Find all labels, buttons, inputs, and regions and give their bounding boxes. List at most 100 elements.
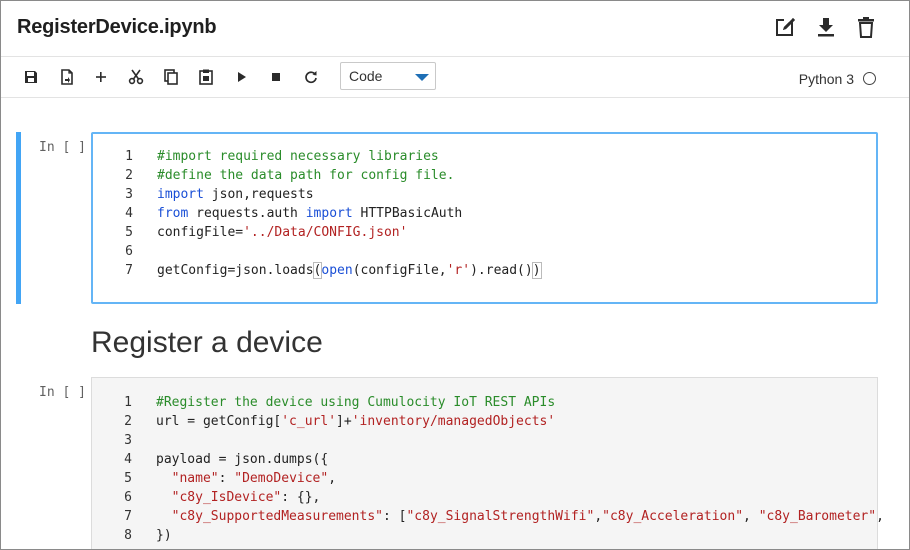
- code-token: ,: [594, 509, 603, 524]
- code-token: "name": [171, 471, 219, 486]
- copy-icon[interactable]: [163, 69, 179, 85]
- line-number: 4: [125, 206, 133, 221]
- line-number: 1: [125, 149, 133, 164]
- code-token: "c8y_Acceleration": [602, 509, 744, 524]
- code-line[interactable]: 2 #define the data path for config file.: [93, 168, 876, 187]
- code-token: "c8y_SignalStrengthWifi": [406, 509, 595, 524]
- input-prompt: In [ ]: [39, 385, 86, 400]
- code-token: url = getConfig[: [156, 414, 282, 429]
- code-token: 'c_url': [281, 414, 337, 429]
- code-token: : [: [382, 509, 407, 524]
- code-token: }): [156, 528, 172, 543]
- line-number: 8: [124, 528, 132, 543]
- code-text: configFile='../Data/CONFIG.json': [157, 225, 407, 240]
- code-token: open: [321, 263, 353, 278]
- code-token: payload = json.dumps({: [156, 452, 329, 467]
- notebook-toolbar: Code Python 3: [1, 57, 909, 98]
- markdown-heading: Register a device: [91, 326, 323, 359]
- code-token: ]+: [336, 414, 352, 429]
- notebook-title[interactable]: RegisterDevice.ipynb: [17, 16, 217, 39]
- line-number: 1: [124, 395, 132, 410]
- restart-icon[interactable]: [303, 69, 319, 85]
- line-number: 2: [125, 168, 133, 183]
- line-number: 2: [124, 414, 132, 429]
- run-icon[interactable]: [234, 69, 250, 85]
- cut-icon[interactable]: [128, 69, 144, 85]
- title-actions: [775, 16, 877, 38]
- chevron-down-icon: [415, 74, 429, 81]
- code-token: #import required necessary libraries: [157, 149, 439, 164]
- paste-icon[interactable]: [198, 69, 214, 85]
- code-cell[interactable]: In [ ] 1 #Register the device using Cumul…: [1, 377, 909, 549]
- download-icon[interactable]: [815, 16, 837, 38]
- code-token: #Register the device using Cumulocity Io…: [156, 395, 556, 410]
- code-line[interactable]: 6 "c8y_IsDevice": {},: [92, 490, 877, 509]
- line-number: 4: [124, 452, 132, 467]
- code-editor[interactable]: 1 #Register the device using Cumulocity I…: [91, 377, 884, 549]
- export-icon[interactable]: [59, 69, 75, 85]
- code-token: import: [157, 187, 204, 202]
- kernel-name[interactable]: Python 3: [799, 71, 854, 87]
- notebook-body: In [ ] 1 #import required necessary libra…: [1, 98, 909, 549]
- code-text: "name": "DemoDevice",: [156, 471, 336, 486]
- code-token: '../Data/CONFIG.json': [243, 225, 408, 240]
- save-icon[interactable]: [23, 69, 39, 85]
- stop-icon[interactable]: [268, 69, 284, 85]
- code-token: ): [531, 262, 542, 279]
- cell-type-dropdown[interactable]: Code: [340, 62, 436, 90]
- edit-icon[interactable]: [775, 16, 797, 38]
- code-text: payload = json.dumps({: [156, 452, 328, 467]
- line-number: 6: [124, 490, 132, 505]
- code-text: getConfig=json.loads(open(configFile,'r'…: [157, 262, 542, 279]
- code-token: from: [157, 206, 189, 221]
- code-token: ,: [876, 509, 884, 524]
- code-token: ).read(): [470, 263, 533, 278]
- code-line[interactable]: 1 #Register the device using Cumulocity I…: [92, 395, 877, 414]
- line-number: 3: [125, 187, 133, 202]
- code-line[interactable]: 4 from requests.auth import HTTPBasicAuth: [93, 206, 876, 225]
- code-line[interactable]: 6: [93, 244, 876, 263]
- kernel-status-icon: [863, 72, 876, 85]
- code-token: configFile=: [157, 225, 244, 240]
- code-editor[interactable]: 1 #import required necessary libraries 2 #d…: [91, 132, 878, 304]
- code-token: import: [305, 206, 353, 221]
- title-bar: RegisterDevice.ipynb: [1, 1, 909, 57]
- line-number: 6: [125, 244, 133, 259]
- code-token: 'r': [446, 263, 471, 278]
- code-line[interactable]: 5 configFile='../Data/CONFIG.json': [93, 225, 876, 244]
- code-line[interactable]: 7 getConfig=json.loads(open(configFile,'r…: [93, 262, 876, 282]
- code-text: from requests.auth import HTTPBasicAuth: [157, 206, 462, 221]
- line-number: 7: [124, 509, 132, 524]
- code-line[interactable]: 4 payload = json.dumps({: [92, 452, 877, 471]
- add-icon[interactable]: [93, 69, 109, 85]
- code-token: "c8y_Barometer": [758, 509, 877, 524]
- code-line[interactable]: 5 "name": "DemoDevice",: [92, 471, 877, 490]
- code-line[interactable]: 7 "c8y_SupportedMeasurements": ["c8y_Sig…: [92, 509, 884, 528]
- code-text: url = getConfig['c_url']+'inventory/mana…: [156, 414, 555, 429]
- code-text: "c8y_IsDevice": {},: [156, 490, 321, 505]
- code-token: "c8y_IsDevice": [171, 490, 282, 505]
- code-line[interactable]: 3 import json,requests: [93, 187, 876, 206]
- code-token: requests.auth: [188, 206, 306, 221]
- code-text: "c8y_SupportedMeasurements": ["c8y_Signa…: [156, 509, 884, 524]
- code-text: #define the data path for config file.: [157, 168, 454, 183]
- code-line[interactable]: 8}): [92, 528, 877, 547]
- notebook-window: RegisterDevice.ipynb Code Python 3 In […: [0, 0, 910, 550]
- line-number: 7: [125, 263, 133, 278]
- cell-type-value: Code: [349, 68, 383, 84]
- code-text: }): [156, 528, 172, 543]
- line-number: 5: [125, 225, 133, 240]
- code-line[interactable]: 3: [92, 433, 877, 452]
- code-token: json,requests: [203, 187, 314, 202]
- code-line[interactable]: 2 url = getConfig['c_url']+'inventory/man…: [92, 414, 877, 433]
- code-line[interactable]: 1 #import required necessary libraries: [93, 149, 876, 168]
- code-token: ,: [328, 471, 337, 486]
- code-token: : {},: [281, 490, 321, 505]
- input-prompt: In [ ]: [39, 140, 86, 155]
- trash-icon[interactable]: [855, 16, 877, 38]
- code-token: "DemoDevice": [234, 471, 329, 486]
- code-token: ,: [743, 509, 759, 524]
- code-token: HTTPBasicAuth: [352, 206, 463, 221]
- code-cell[interactable]: In [ ] 1 #import required necessary libra…: [1, 132, 909, 304]
